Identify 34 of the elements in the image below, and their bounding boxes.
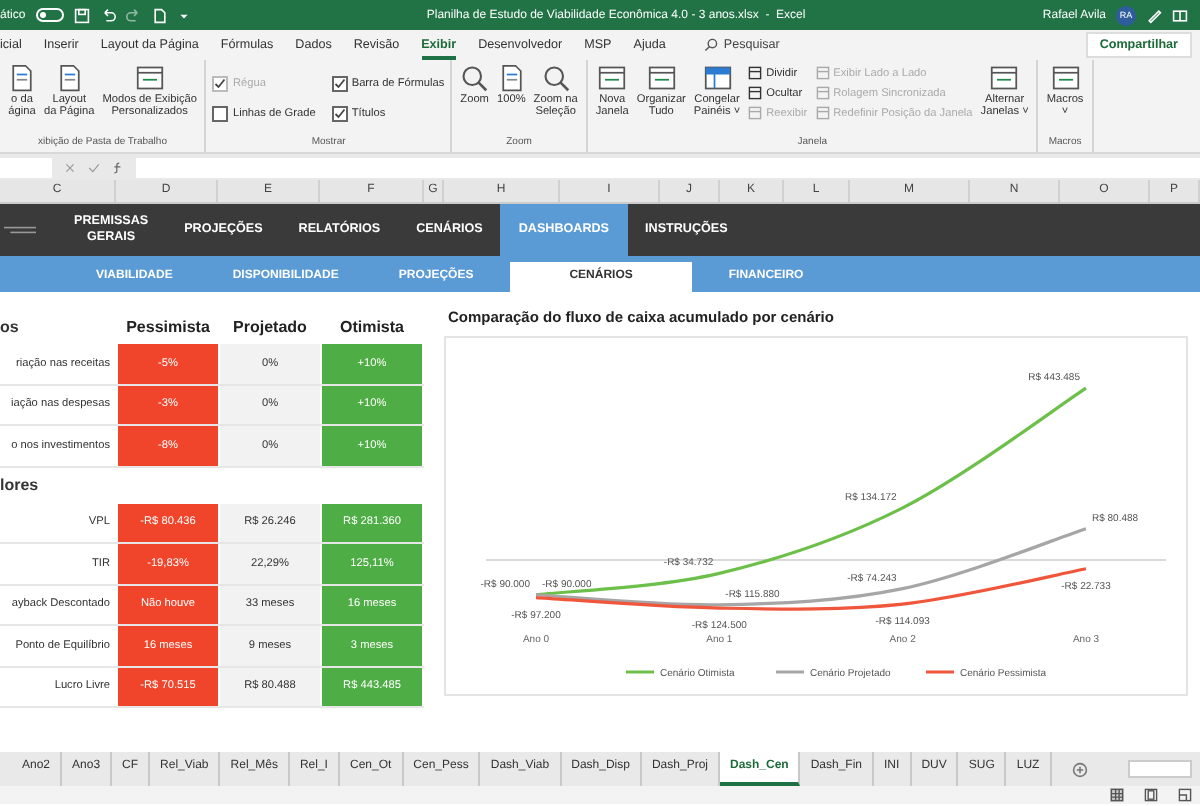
autosave-toggle[interactable]: [35, 8, 64, 22]
checkbox[interactable]: [212, 106, 229, 122]
page-break-icon[interactable]: [1178, 788, 1192, 802]
undo-icon[interactable]: [99, 7, 116, 23]
window-icon: [748, 106, 763, 120]
check-icon[interactable]: [88, 161, 100, 173]
section-title: os: [0, 315, 21, 339]
window-icon[interactable]: [1172, 7, 1188, 23]
checkbox[interactable]: [331, 76, 348, 92]
magnifier-icon: [460, 64, 489, 92]
horizontal-scrollbar[interactable]: [1128, 760, 1192, 778]
window-icon: [815, 66, 830, 80]
grid-view-icon[interactable]: [1110, 788, 1124, 802]
save-icon[interactable]: [73, 7, 90, 23]
formula-input[interactable]: [136, 157, 1200, 177]
pen-icon[interactable]: [1146, 7, 1162, 23]
search-icon[interactable]: [703, 38, 718, 52]
page-layout-icon[interactable]: [1144, 788, 1158, 802]
window-icon: [748, 86, 763, 100]
redo-icon[interactable]: [125, 7, 142, 23]
column-title: Pessimista: [124, 315, 212, 339]
column-title: Projetado: [231, 315, 309, 340]
caret-icon[interactable]: [177, 9, 190, 21]
column-title: Otimista: [337, 315, 406, 339]
checkbox[interactable]: [331, 106, 348, 122]
logo-icon: [4, 222, 36, 238]
window-icon: [748, 66, 763, 80]
section-title: lores: [0, 474, 41, 498]
window-icon: [815, 86, 830, 100]
window-icon: [815, 106, 830, 120]
magnifier-icon: [541, 64, 570, 92]
function-icon[interactable]: [112, 161, 124, 173]
add-sheet-icon[interactable]: [1071, 761, 1088, 777]
document-icon[interactable]: [151, 7, 168, 23]
